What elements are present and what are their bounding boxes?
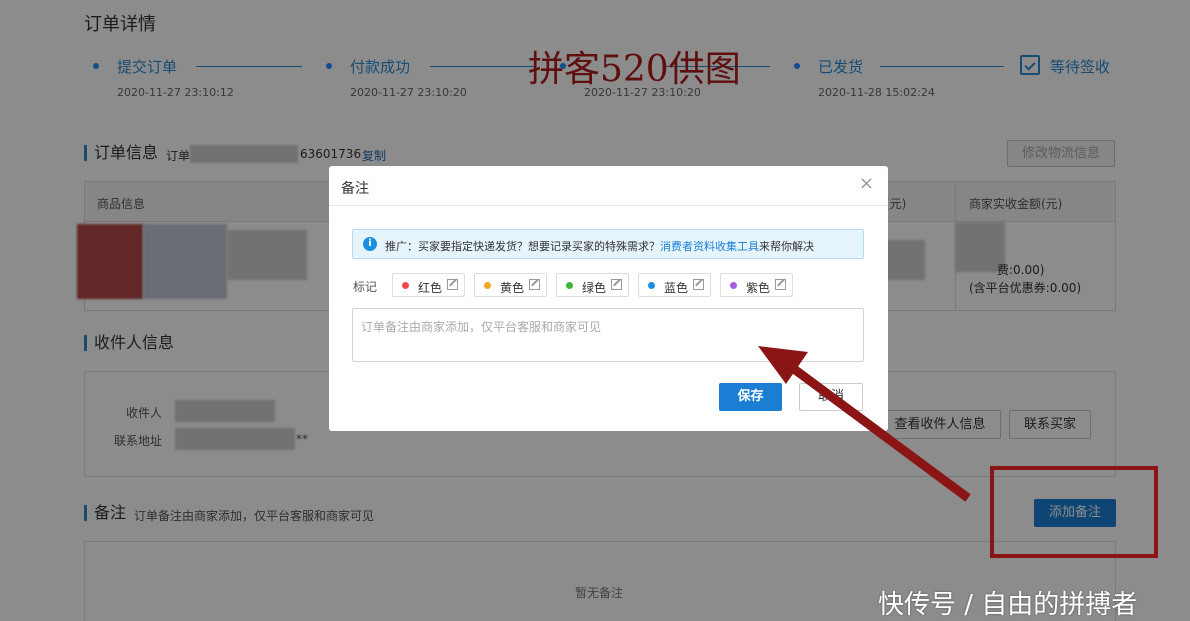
tag-name: 紫色: [746, 281, 771, 295]
notice-text: 推广：买家要指定快递发货？想要记录买家的特殊需求？消费者资料收集工具来帮你解决: [385, 238, 814, 254]
edit-icon[interactable]: [529, 279, 540, 290]
yellow-dot-icon: [484, 282, 491, 289]
tag-name: 蓝色: [664, 281, 689, 295]
tag-purple[interactable]: 紫色: [720, 273, 793, 297]
modal-divider: [329, 205, 888, 206]
cancel-button[interactable]: 取消: [799, 383, 863, 411]
tag-label: 标记: [353, 280, 378, 294]
edit-icon[interactable]: [447, 279, 458, 290]
green-dot-icon: [566, 282, 573, 289]
tag-name: 红色: [418, 281, 443, 295]
info-icon: i: [363, 237, 377, 251]
remark-modal: 备注 × i 推广：买家要指定快递发货？想要记录买家的特殊需求？消费者资料收集工…: [329, 166, 888, 431]
watermark-bottom-text: 快传号 / 自由的拼搏者: [878, 590, 1138, 620]
edit-icon[interactable]: [693, 279, 704, 290]
tag-yellow[interactable]: 黄色: [474, 273, 547, 297]
red-dot-icon: [402, 282, 409, 289]
tag-blue[interactable]: 蓝色: [638, 273, 711, 297]
tag-name: 绿色: [582, 281, 607, 295]
tag-name: 黄色: [500, 281, 525, 295]
edit-icon[interactable]: [775, 279, 786, 290]
purple-dot-icon: [730, 282, 737, 289]
blue-dot-icon: [648, 282, 655, 289]
consumer-info-tool-link[interactable]: 消费者资料收集工具: [660, 240, 759, 253]
edit-icon[interactable]: [611, 279, 622, 290]
notice-prefix: 推广：买家要指定快递发货？想要记录买家的特殊需求？: [385, 240, 660, 253]
save-button[interactable]: 保存: [719, 383, 782, 411]
remark-textarea[interactable]: 订单备注由商家添加，仅平台客服和商家可见: [352, 308, 864, 362]
promo-notice: i 推广：买家要指定快递发货？想要记录买家的特殊需求？消费者资料收集工具来帮你解…: [352, 229, 864, 259]
close-icon[interactable]: ×: [859, 175, 874, 193]
notice-suffix: 来帮你解决: [759, 240, 814, 253]
tag-green[interactable]: 绿色: [556, 273, 629, 297]
highlight-box: [990, 466, 1158, 558]
tag-red[interactable]: 红色: [392, 273, 465, 297]
modal-title: 备注: [341, 181, 369, 197]
